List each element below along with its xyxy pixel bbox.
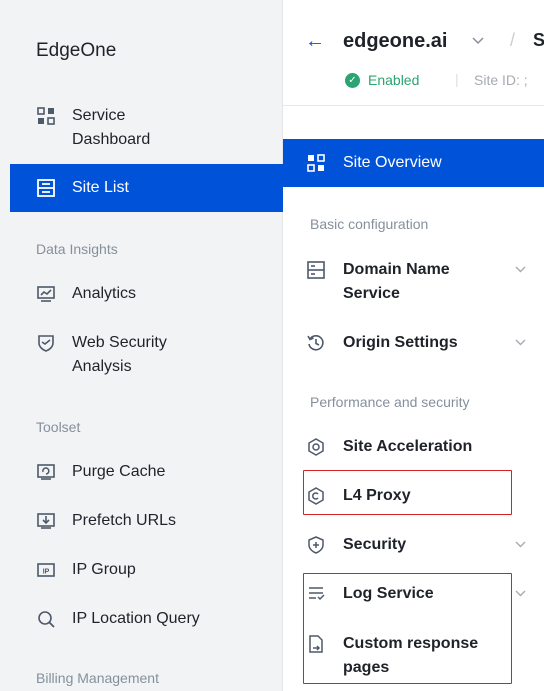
chevron-down-icon[interactable] (515, 588, 526, 600)
subnav-site-overview[interactable]: Site Overview (283, 139, 544, 187)
analytics-icon (36, 284, 56, 304)
check-circle-icon: ✓ (345, 72, 360, 88)
group-title-toolset: Toolset (36, 419, 81, 435)
brand-title: EdgeOne (36, 40, 117, 61)
main-sidebar: EdgeOne Service Dashboard Site List Data… (0, 0, 283, 691)
status-divider: | (455, 71, 459, 87)
group-title-billing-management: Billing Management (36, 670, 159, 686)
subnav-log-service[interactable]: Log Service (283, 584, 544, 606)
site-list-icon (36, 178, 56, 198)
sidebar-item-service-dashboard[interactable]: Service Dashboard (10, 106, 283, 152)
sidebar-item-purge-cache[interactable]: Purge Cache (10, 462, 283, 484)
acceleration-icon (306, 437, 326, 457)
subnav-group-performance: Performance and security (310, 394, 470, 410)
shield-plus-icon (306, 535, 326, 555)
purge-icon (36, 462, 56, 482)
status-badge: ✓ Enabled (345, 72, 419, 88)
dns-icon (306, 260, 326, 280)
subnav-label: Origin Settings (343, 334, 458, 351)
subnav-site-acceleration[interactable]: Site Acceleration (283, 437, 544, 459)
subnav-label: Site Overview (343, 154, 442, 171)
subnav-origin-settings[interactable]: Origin Settings (283, 333, 544, 355)
subnav-group-basic: Basic configuration (310, 216, 429, 232)
sidebar-item-label: Service Dashboard (72, 107, 151, 148)
site-id-label: Site ID: ; (474, 72, 528, 88)
site-header: ← edgeone.ai / S ✓ Enabled | Site ID: ; (283, 0, 544, 106)
subnav-label: Domain Name Service (343, 261, 450, 302)
subnav-label: Log Service (343, 585, 434, 602)
sidebar-item-label: IP Location Query (72, 610, 200, 627)
sidebar-item-label: Purge Cache (72, 463, 166, 480)
sidebar-item-site-list[interactable]: Site List (10, 164, 283, 212)
l4-proxy-icon (306, 486, 326, 506)
prefetch-icon (36, 511, 56, 531)
back-arrow-icon[interactable]: ← (305, 30, 325, 52)
status-text: Enabled (368, 72, 420, 88)
sidebar-item-prefetch-urls[interactable]: Prefetch URLs (10, 511, 283, 533)
page-icon (306, 634, 326, 654)
subnav-label: Custom response pages (343, 635, 479, 676)
svg-text:IP: IP (43, 569, 50, 576)
log-icon (306, 584, 326, 604)
subnav-l4-proxy[interactable]: L4 Proxy (283, 486, 544, 508)
chevron-down-icon[interactable] (472, 34, 484, 48)
subnav-label: Security (343, 536, 407, 553)
sidebar-item-label: Web Security Analysis (72, 334, 167, 375)
group-title-data-insights: Data Insights (36, 241, 118, 257)
ip-icon: IP (36, 560, 56, 580)
subnav-custom-response-pages[interactable]: Custom response pages (283, 634, 544, 680)
subnav-label: L4 Proxy (343, 487, 411, 504)
breadcrumb-separator: / (510, 30, 516, 50)
shield-icon (36, 333, 56, 353)
chevron-down-icon[interactable] (515, 337, 526, 349)
grid-icon (36, 106, 56, 126)
sidebar-item-ip-group[interactable]: IP IP Group (10, 560, 283, 582)
subnav-label: Site Acceleration (343, 438, 473, 455)
chevron-down-icon[interactable] (515, 539, 526, 551)
sidebar-item-web-security-analysis[interactable]: Web Security Analysis (10, 333, 283, 379)
sidebar-item-label: IP Group (72, 561, 136, 578)
site-detail-panel: ← edgeone.ai / S ✓ Enabled | Site ID: ; … (283, 0, 544, 691)
overview-icon (306, 153, 326, 173)
search-icon (36, 609, 56, 629)
subnav-security[interactable]: Security (283, 535, 544, 557)
sidebar-item-label: Prefetch URLs (72, 512, 177, 529)
sidebar-item-ip-location-query[interactable]: IP Location Query (10, 609, 283, 631)
chevron-down-icon[interactable] (515, 264, 526, 276)
sidebar-item-analytics[interactable]: Analytics (10, 284, 283, 306)
sidebar-item-label: Site List (72, 179, 129, 196)
sidebar-item-label: Analytics (72, 285, 137, 302)
site-name-selector[interactable]: edgeone.ai (343, 30, 447, 53)
origin-icon (306, 333, 326, 353)
subnav-domain-name-service[interactable]: Domain Name Service (283, 260, 544, 306)
breadcrumb-next[interactable]: S (533, 30, 544, 51)
